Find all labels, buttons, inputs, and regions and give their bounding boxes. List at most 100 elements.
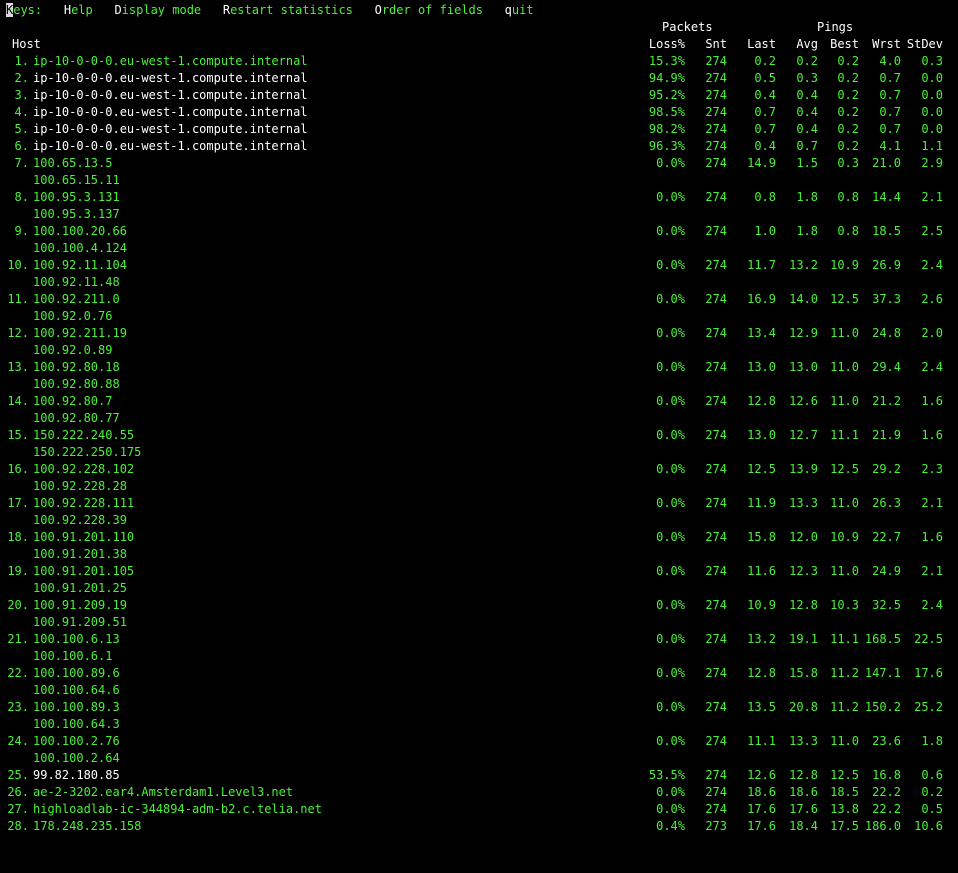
hop-best: 11.0 xyxy=(830,326,859,340)
hop-wrst: 0.7 xyxy=(879,122,901,136)
menu-restart-statistics[interactable]: Restart statistics xyxy=(223,3,353,17)
hop-last: 11.6 xyxy=(747,564,776,578)
hop-best: 0.2 xyxy=(837,71,859,85)
hop-last: 13.0 xyxy=(747,360,776,374)
menu-restart-key: R xyxy=(222,3,231,17)
menu-restart-label: estart statistics xyxy=(230,3,353,17)
table-row: 14. 100.92.80.7 0.0% 274 12.8 12.6 11.0 21.2 1.6 xyxy=(0,393,958,410)
hop-stdev: 1.1 xyxy=(921,139,943,153)
hop-stdev: 1.6 xyxy=(921,428,943,442)
hop-alt-host: 100.91.209.51 xyxy=(33,615,127,629)
hop-snt: 274 xyxy=(705,224,727,238)
menu-help[interactable]: Help xyxy=(64,3,93,17)
hop-wrst: 14.4 xyxy=(872,190,901,204)
table-row-alt-host: 100.100.64.6 xyxy=(0,682,958,699)
table-row-alt-host: 100.91.201.25 xyxy=(0,580,958,597)
hop-best: 11.0 xyxy=(830,564,859,578)
hop-avg: 1.8 xyxy=(796,190,818,204)
hop-snt: 274 xyxy=(705,258,727,272)
hop-best: 11.0 xyxy=(830,360,859,374)
table-row: 18. 100.91.201.110 0.0% 274 15.8 12.0 10.9 22.7… xyxy=(0,529,958,546)
hop-number: 12. xyxy=(7,326,29,340)
table-row: 3. ip-10-0-0-0.eu-west-1.compute.internal… xyxy=(0,87,958,104)
hop-alt-host: 100.91.201.25 xyxy=(33,581,127,595)
hop-alt-host: 100.92.0.89 xyxy=(33,343,113,357)
hop-stdev: 0.0 xyxy=(921,122,943,136)
hop-last: 12.8 xyxy=(747,394,776,408)
hop-wrst: 16.8 xyxy=(872,768,901,782)
hop-number: 3. xyxy=(14,88,29,102)
hop-avg: 13.9 xyxy=(789,462,818,476)
hop-wrst: 4.1 xyxy=(879,139,901,153)
hop-stdev: 2.5 xyxy=(921,224,943,238)
menu-order-of-fields[interactable]: Order of fields xyxy=(375,3,483,17)
hop-wrst: 21.2 xyxy=(872,394,901,408)
hop-wrst: 0.7 xyxy=(879,105,901,119)
hop-last: 0.2 xyxy=(754,54,776,68)
hop-snt: 274 xyxy=(705,598,727,612)
hop-number: 23. xyxy=(7,700,29,714)
hop-host: highloadlab-ic-344894-adm-b2.c.telia.net xyxy=(33,802,322,816)
hop-best: 11.1 xyxy=(830,632,859,646)
hop-loss: 94.9% xyxy=(648,71,685,85)
hop-stdev: 0.3 xyxy=(921,54,943,68)
hop-host: 178.248.235.158 xyxy=(33,819,142,833)
hop-loss: 15.3% xyxy=(648,54,685,68)
hop-wrst: 21.9 xyxy=(872,428,901,442)
hop-best: 0.2 xyxy=(837,54,859,68)
hop-loss: 53.5% xyxy=(648,768,685,782)
hop-loss: 0.0% xyxy=(656,156,685,170)
keys-label: eys: xyxy=(13,3,43,17)
hop-host: 100.92.228.111 xyxy=(33,496,135,510)
hop-wrst: 4.0 xyxy=(879,54,901,68)
hop-stdev: 2.3 xyxy=(921,462,943,476)
table-row: 27. highloadlab-ic-344894-adm-b2.c.telia.… xyxy=(0,801,958,818)
hop-alt-host: 100.100.64.3 xyxy=(33,717,120,731)
hop-number: 4. xyxy=(14,105,29,119)
pings-group-header: Pings xyxy=(817,20,854,34)
hop-number: 14. xyxy=(7,394,29,408)
hop-last: 13.0 xyxy=(747,428,776,442)
hop-best: 0.2 xyxy=(837,139,859,153)
hop-last: 15.8 xyxy=(747,530,776,544)
hop-best: 12.5 xyxy=(830,768,859,782)
table-row-alt-host: 100.65.15.11 xyxy=(0,172,958,189)
hop-stdev: 0.0 xyxy=(921,88,943,102)
hop-number: 27. xyxy=(7,802,29,816)
hop-stdev: 0.0 xyxy=(921,105,943,119)
hop-wrst: 26.9 xyxy=(872,258,901,272)
hop-host: 100.100.6.13 xyxy=(33,632,120,646)
table-row: 11. 100.92.211.0 0.0% 274 16.9 14.0 12.5 37.3 2.… xyxy=(0,291,958,308)
hop-alt-host: 100.92.228.28 xyxy=(33,479,127,493)
hop-loss: 0.0% xyxy=(656,666,685,680)
hop-wrst: 26.3 xyxy=(872,496,901,510)
hop-host: 100.91.209.19 xyxy=(33,598,127,612)
hop-loss: 0.0% xyxy=(656,496,685,510)
menu-display-mode[interactable]: Display mode xyxy=(114,3,201,17)
hop-alt-host: 100.92.80.77 xyxy=(33,411,120,425)
table-row-alt-host: 100.92.80.88 xyxy=(0,376,958,393)
hop-avg: 15.8 xyxy=(789,666,818,680)
hop-number: 10. xyxy=(7,258,29,272)
menu-quit[interactable]: quit xyxy=(505,3,534,17)
table-row: 17. 100.92.228.111 0.0% 274 11.9 13.3 11.0 26.3… xyxy=(0,495,958,512)
hop-stdev: 2.1 xyxy=(921,496,943,510)
hop-alt-host: 100.92.228.39 xyxy=(33,513,127,527)
hop-alt-host: 100.100.6.1 xyxy=(33,649,113,663)
hop-host: 100.100.2.76 xyxy=(33,734,120,748)
hop-wrst: 150.2 xyxy=(864,700,901,714)
hop-last: 0.8 xyxy=(754,190,776,204)
hop-number: 1. xyxy=(14,54,29,68)
hop-wrst: 24.8 xyxy=(872,326,901,340)
hop-number: 7. xyxy=(14,156,29,170)
hop-stdev: 1.8 xyxy=(921,734,943,748)
hop-avg: 14.0 xyxy=(789,292,818,306)
hop-snt: 274 xyxy=(705,462,727,476)
table-row: 15. 150.222.240.55 0.0% 274 13.0 12.7 11.1 21.9… xyxy=(0,427,958,444)
hop-avg: 12.0 xyxy=(789,530,818,544)
header-last: Last xyxy=(747,37,776,51)
hop-stdev: 2.9 xyxy=(921,156,943,170)
menu-quit-key: q xyxy=(504,3,512,17)
hop-avg: 0.2 xyxy=(796,54,818,68)
hop-best: 0.8 xyxy=(837,190,859,204)
